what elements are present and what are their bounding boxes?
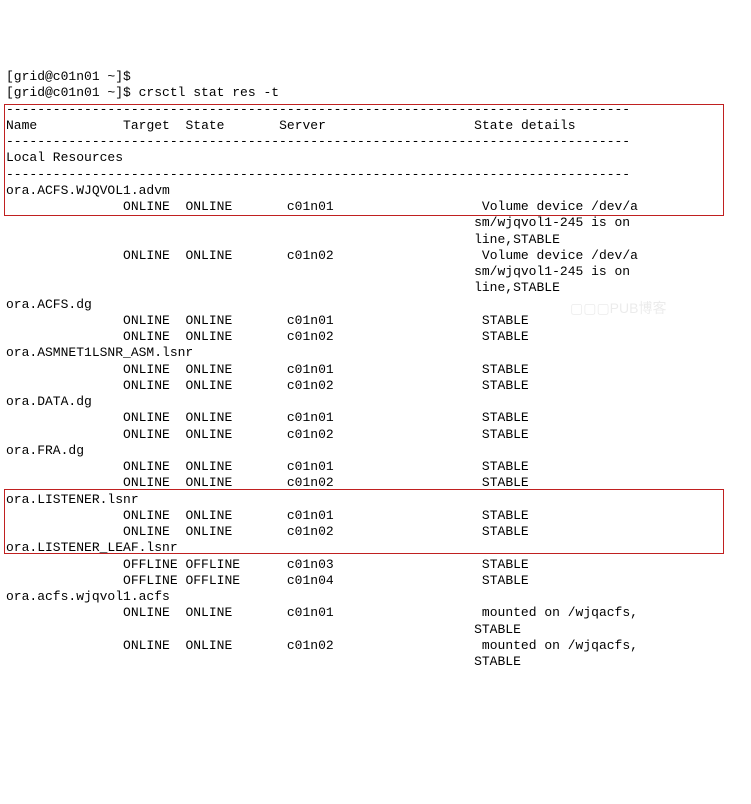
server: c01n01 bbox=[287, 605, 334, 620]
target: ONLINE bbox=[123, 605, 170, 620]
target: ONLINE bbox=[123, 508, 170, 523]
resource-name: ora.LISTENER.lsnr bbox=[6, 492, 139, 507]
resource-name: ora.ACFS.WJQVOL1.advm bbox=[6, 183, 170, 198]
divider: ----------------------------------------… bbox=[6, 167, 630, 182]
server: c01n01 bbox=[287, 410, 334, 425]
state-details: STABLE bbox=[482, 573, 529, 588]
server: c01n01 bbox=[287, 199, 334, 214]
state: ONLINE bbox=[185, 248, 232, 263]
server: c01n02 bbox=[287, 427, 334, 442]
state-details: STABLE bbox=[482, 378, 529, 393]
server: c01n01 bbox=[287, 313, 334, 328]
state: ONLINE bbox=[185, 459, 232, 474]
state-details: STABLE bbox=[482, 524, 529, 539]
target: OFFLINE bbox=[123, 573, 178, 588]
state-details: sm/wjqvol1-245 is on bbox=[474, 264, 630, 279]
state: ONLINE bbox=[185, 638, 232, 653]
target: ONLINE bbox=[123, 638, 170, 653]
state-details: STABLE bbox=[482, 410, 529, 425]
server: c01n02 bbox=[287, 378, 334, 393]
state-details: STABLE bbox=[482, 329, 529, 344]
state: ONLINE bbox=[185, 508, 232, 523]
state: ONLINE bbox=[185, 329, 232, 344]
state-details: Volume device /dev/a bbox=[482, 248, 638, 263]
state: ONLINE bbox=[185, 410, 232, 425]
state-details: STABLE bbox=[482, 508, 529, 523]
resource-name: ora.acfs.wjqvol1.acfs bbox=[6, 589, 170, 604]
col-state: State bbox=[185, 118, 224, 133]
col-server: Server bbox=[279, 118, 326, 133]
divider: ----------------------------------------… bbox=[6, 102, 630, 117]
state-details: Volume device /dev/a bbox=[482, 199, 638, 214]
server: c01n02 bbox=[287, 524, 334, 539]
state-details: line,STABLE bbox=[474, 280, 560, 295]
server: c01n03 bbox=[287, 557, 334, 572]
resource-name: ora.ASMNET1LSNR_ASM.lsnr bbox=[6, 345, 193, 360]
state: ONLINE bbox=[185, 605, 232, 620]
target: ONLINE bbox=[123, 524, 170, 539]
state-details: STABLE bbox=[482, 313, 529, 328]
state-details: STABLE bbox=[482, 459, 529, 474]
state: ONLINE bbox=[185, 378, 232, 393]
target: ONLINE bbox=[123, 313, 170, 328]
target: ONLINE bbox=[123, 378, 170, 393]
resource-name: ora.DATA.dg bbox=[6, 394, 92, 409]
server: c01n01 bbox=[287, 362, 334, 377]
resource-name: ora.ACFS.dg bbox=[6, 297, 92, 312]
col-target: Target bbox=[123, 118, 170, 133]
state: OFFLINE bbox=[185, 557, 240, 572]
target: ONLINE bbox=[123, 475, 170, 490]
state-details: STABLE bbox=[474, 622, 521, 637]
state-details: line,STABLE bbox=[474, 232, 560, 247]
state-details: STABLE bbox=[482, 475, 529, 490]
server: c01n01 bbox=[287, 508, 334, 523]
prompt-line: [grid@c01n01 ~]$ bbox=[6, 69, 131, 84]
state-details: STABLE bbox=[482, 427, 529, 442]
state-details: STABLE bbox=[474, 654, 521, 669]
target: ONLINE bbox=[123, 362, 170, 377]
section-local-resources: Local Resources bbox=[6, 150, 123, 165]
resource-name: ora.FRA.dg bbox=[6, 443, 84, 458]
state: ONLINE bbox=[185, 524, 232, 539]
state-details: STABLE bbox=[482, 557, 529, 572]
col-name: Name bbox=[6, 118, 37, 133]
server: c01n02 bbox=[287, 638, 334, 653]
command-line: [grid@c01n01 ~]$ crsctl stat res -t bbox=[6, 85, 279, 100]
server: c01n02 bbox=[287, 248, 334, 263]
target: OFFLINE bbox=[123, 557, 178, 572]
state: ONLINE bbox=[185, 427, 232, 442]
col-state-details: State details bbox=[474, 118, 575, 133]
resource-name: ora.LISTENER_LEAF.lsnr bbox=[6, 540, 178, 555]
server: c01n02 bbox=[287, 329, 334, 344]
state-details: mounted on /wjqacfs, bbox=[482, 605, 638, 620]
target: ONLINE bbox=[123, 329, 170, 344]
target: ONLINE bbox=[123, 248, 170, 263]
target: ONLINE bbox=[123, 459, 170, 474]
target: ONLINE bbox=[123, 427, 170, 442]
state: ONLINE bbox=[185, 475, 232, 490]
state-details: mounted on /wjqacfs, bbox=[482, 638, 638, 653]
server: c01n01 bbox=[287, 459, 334, 474]
state-details: sm/wjqvol1-245 is on bbox=[474, 215, 630, 230]
server: c01n04 bbox=[287, 573, 334, 588]
watermark: ▢▢▢PUB博客 bbox=[570, 300, 666, 318]
state: ONLINE bbox=[185, 362, 232, 377]
state: ONLINE bbox=[185, 313, 232, 328]
target: ONLINE bbox=[123, 199, 170, 214]
server: c01n02 bbox=[287, 475, 334, 490]
state: ONLINE bbox=[185, 199, 232, 214]
divider: ----------------------------------------… bbox=[6, 134, 630, 149]
state: OFFLINE bbox=[185, 573, 240, 588]
state-details: STABLE bbox=[482, 362, 529, 377]
target: ONLINE bbox=[123, 410, 170, 425]
